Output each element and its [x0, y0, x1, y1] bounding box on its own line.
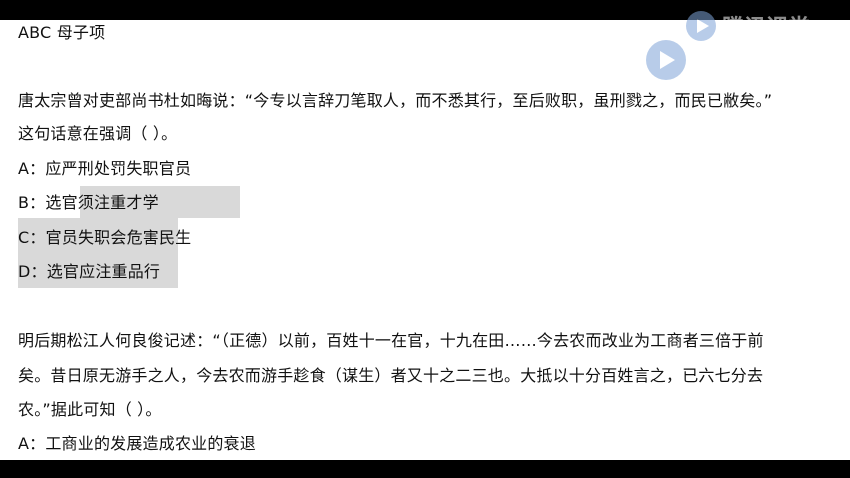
q2-option-a: A：工商业的发展造成农业的衰退 — [18, 434, 256, 453]
q2-stem-line-3: 农。”据此可知（ ）。 — [18, 400, 162, 419]
q1-option-d: D：选官应注重品行 — [18, 262, 161, 281]
watermark-text: 腾讯课堂 — [692, 45, 805, 78]
play-icon — [686, 11, 716, 41]
q1-option-c: C：官员失职会危害民生 — [18, 228, 192, 247]
q2-stem-line-2: 矣。昔日原无游手之人，今去农而游手趁食（谋生）者又十之二三也。大抵以十分百姓言之… — [18, 366, 764, 385]
watermark-text: 腾讯课堂 — [722, 16, 811, 41]
q1-stem-line-1: 唐太宗曾对吏部尚书杜如晦说：“今专以言辞刀笔取人，而不悉其行，至后败职，虽刑戮之… — [18, 91, 773, 110]
q1-option-a: A：应严刑处罚失职官员 — [18, 159, 192, 178]
doc-heading: ABC 母子项 — [18, 23, 106, 42]
watermark-logo: 腾讯课堂 — [686, 10, 810, 42]
document-page: ABC 母子项 唐太宗曾对吏部尚书杜如晦说：“今专以言辞刀笔取人，而不悉其行，至… — [0, 20, 850, 460]
play-icon — [646, 40, 686, 80]
watermark-logo: 腾讯课堂 — [646, 40, 804, 80]
q2-stem-line-1: 明后期松江人何良俊记述：“（正德）以前，百姓十一在官，十九在田……今去农而改业为… — [18, 331, 764, 350]
q1-stem-line-2: 这句话意在强调（ ）。 — [18, 124, 178, 143]
q1-option-b: B：选官须注重才学 — [18, 193, 159, 212]
